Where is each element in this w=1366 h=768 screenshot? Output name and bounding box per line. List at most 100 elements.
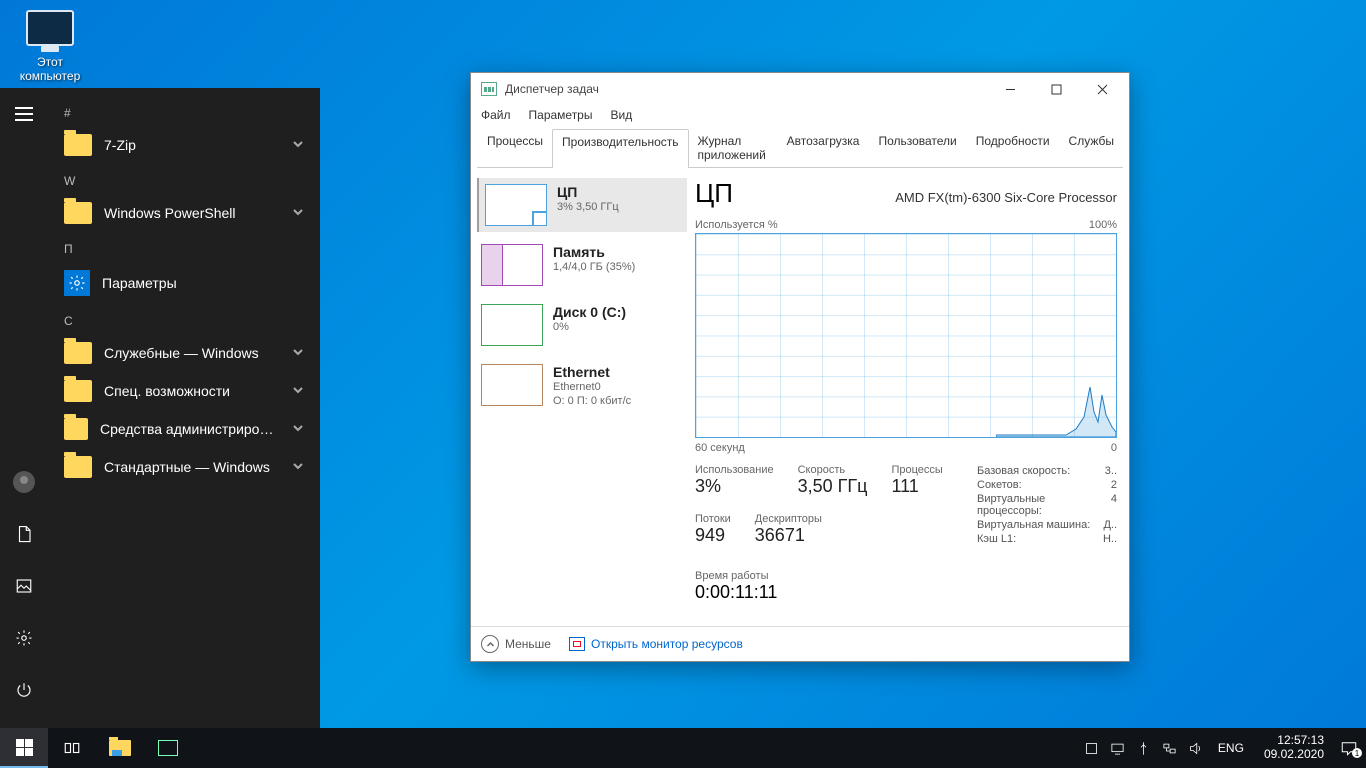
menu-view[interactable]: Вид [610, 108, 632, 122]
chevron-up-circle-icon [481, 635, 499, 653]
tab-performance[interactable]: Производительность [552, 129, 688, 168]
group-header-p[interactable]: П [48, 232, 320, 262]
taskbar-clock[interactable]: 12:57:13 09.02.2020 [1258, 734, 1330, 762]
start-power-button[interactable] [4, 670, 44, 710]
spec-value: Н.. [1103, 533, 1117, 545]
start-pictures-button[interactable] [4, 566, 44, 606]
tray-security-icon[interactable] [1084, 740, 1100, 756]
tab-processes[interactable]: Процессы [477, 128, 553, 167]
clock-time: 12:57:13 [1264, 734, 1324, 748]
tab-users[interactable]: Пользователи [868, 128, 966, 167]
perf-detail-pane: ЦП AMD FX(tm)-6300 Six-Core Processor Ис… [695, 178, 1123, 622]
stat-processes: Процессы 111 [891, 464, 942, 497]
menu-bar: Файл Параметры Вид [471, 105, 1129, 128]
group-header-hash[interactable]: # [48, 96, 320, 126]
stat-value: 949 [695, 525, 731, 546]
app-label: Windows PowerShell [104, 205, 236, 221]
tray-network-icon[interactable] [1162, 740, 1178, 756]
chevron-down-icon [292, 383, 304, 399]
language-indicator[interactable]: ENG [1214, 741, 1248, 755]
group-header-s[interactable]: С [48, 304, 320, 334]
system-tray [1084, 740, 1204, 756]
chevron-down-icon [292, 459, 304, 475]
tab-services[interactable]: Службы [1059, 128, 1124, 167]
ethernet-thumb-chart [481, 364, 543, 406]
resource-monitor-icon [569, 637, 585, 651]
taskbar-task-manager[interactable] [144, 728, 192, 768]
tray-volume-icon[interactable] [1188, 740, 1204, 756]
tab-app-history[interactable]: Журнал приложений [688, 128, 778, 167]
y-axis-label: Используется % [695, 219, 778, 231]
tab-strip: Процессы Производительность Журнал прило… [477, 128, 1123, 168]
spec-value: 4 [1111, 493, 1117, 517]
gear-tile-icon [64, 270, 90, 296]
start-button[interactable] [0, 728, 48, 768]
menu-options[interactable]: Параметры [529, 108, 593, 122]
group-header-w[interactable]: W [48, 164, 320, 194]
start-user-button[interactable] [4, 462, 44, 502]
task-view-icon [63, 739, 81, 757]
notification-badge: 1 [1352, 748, 1362, 758]
folder-icon [64, 134, 92, 156]
start-hamburger-button[interactable] [4, 94, 44, 134]
maximize-button[interactable] [1033, 74, 1079, 104]
cpu-spec-table: Базовая скорость:3.. Сокетов:2 Виртуальн… [977, 464, 1117, 603]
tray-usb-icon[interactable] [1136, 740, 1152, 756]
y-axis-max: 100% [1089, 219, 1117, 231]
close-button[interactable] [1079, 74, 1125, 104]
stat-speed: Скорость 3,50 ГГц [798, 464, 868, 497]
perf-disk-title: Диск 0 (C:) [553, 304, 626, 320]
folder-icon [64, 418, 88, 440]
menu-file[interactable]: Файл [481, 108, 511, 122]
app-settings[interactable]: Параметры [48, 262, 320, 304]
tab-details[interactable]: Подробности [966, 128, 1060, 167]
app-powershell[interactable]: Windows PowerShell [48, 194, 320, 232]
start-apps-list[interactable]: # 7-Zip W Windows PowerShell П Параметры… [48, 88, 320, 728]
spec-label: Виртуальная машина: [977, 519, 1090, 531]
hamburger-icon [15, 107, 33, 121]
tray-vm-icon[interactable] [1110, 740, 1126, 756]
start-settings-button[interactable] [4, 618, 44, 658]
perf-item-ethernet[interactable]: Ethernet Ethernet0 О: 0 П: 0 кбит/с [477, 358, 687, 415]
task-view-button[interactable] [48, 728, 96, 768]
window-title: Диспетчер задач [505, 82, 987, 96]
app-windows-system[interactable]: Служебные — Windows [48, 334, 320, 372]
spec-label: Сокетов: [977, 479, 1022, 491]
app-accessibility[interactable]: Спец. возможности [48, 372, 320, 410]
minimize-button[interactable] [987, 74, 1033, 104]
perf-eth-title: Ethernet [553, 364, 631, 380]
start-documents-button[interactable] [4, 514, 44, 554]
desktop-icon-this-pc[interactable]: Этот компьютер [12, 10, 88, 84]
avatar-icon [13, 471, 35, 493]
action-center-button[interactable]: 1 [1340, 740, 1360, 756]
cpu-usage-chart [695, 233, 1117, 438]
app-label: Служебные — Windows [104, 345, 259, 361]
start-menu: # 7-Zip W Windows PowerShell П Параметры… [0, 88, 320, 728]
task-manager-icon [158, 740, 178, 756]
app-accessories[interactable]: Стандартные — Windows [48, 448, 320, 486]
taskbar-explorer[interactable] [96, 728, 144, 768]
spec-label: Базовая скорость: [977, 465, 1070, 477]
stat-label: Потоки [695, 513, 731, 525]
memory-thumb-chart [481, 244, 543, 286]
cpu-model: AMD FX(tm)-6300 Six-Core Processor [895, 190, 1117, 205]
open-resource-monitor-link[interactable]: Открыть монитор ресурсов [569, 637, 743, 651]
start-rail [0, 88, 48, 728]
disk-thumb-chart [481, 304, 543, 346]
taskbar: ENG 12:57:13 09.02.2020 1 [0, 728, 1366, 768]
perf-item-memory[interactable]: Память 1,4/4,0 ГБ (35%) [477, 238, 687, 292]
tab-startup[interactable]: Автозагрузка [777, 128, 870, 167]
x-axis-right: 0 [1111, 442, 1117, 454]
folder-icon [64, 380, 92, 402]
perf-item-cpu[interactable]: ЦП 3% 3,50 ГГц [477, 178, 687, 232]
app-7zip[interactable]: 7-Zip [48, 126, 320, 164]
fewer-details-button[interactable]: Меньше [481, 635, 551, 653]
detail-heading: ЦП [695, 178, 733, 209]
stat-label: Использование [695, 464, 774, 476]
perf-item-disk[interactable]: Диск 0 (C:) 0% [477, 298, 687, 352]
task-manager-icon [481, 82, 497, 96]
stat-usage: Использование 3% [695, 464, 774, 497]
titlebar[interactable]: Диспетчер задач [471, 73, 1129, 105]
perf-mem-sub: 1,4/4,0 ГБ (35%) [553, 260, 635, 274]
app-admin-tools[interactable]: Средства администрирования… [48, 410, 320, 448]
